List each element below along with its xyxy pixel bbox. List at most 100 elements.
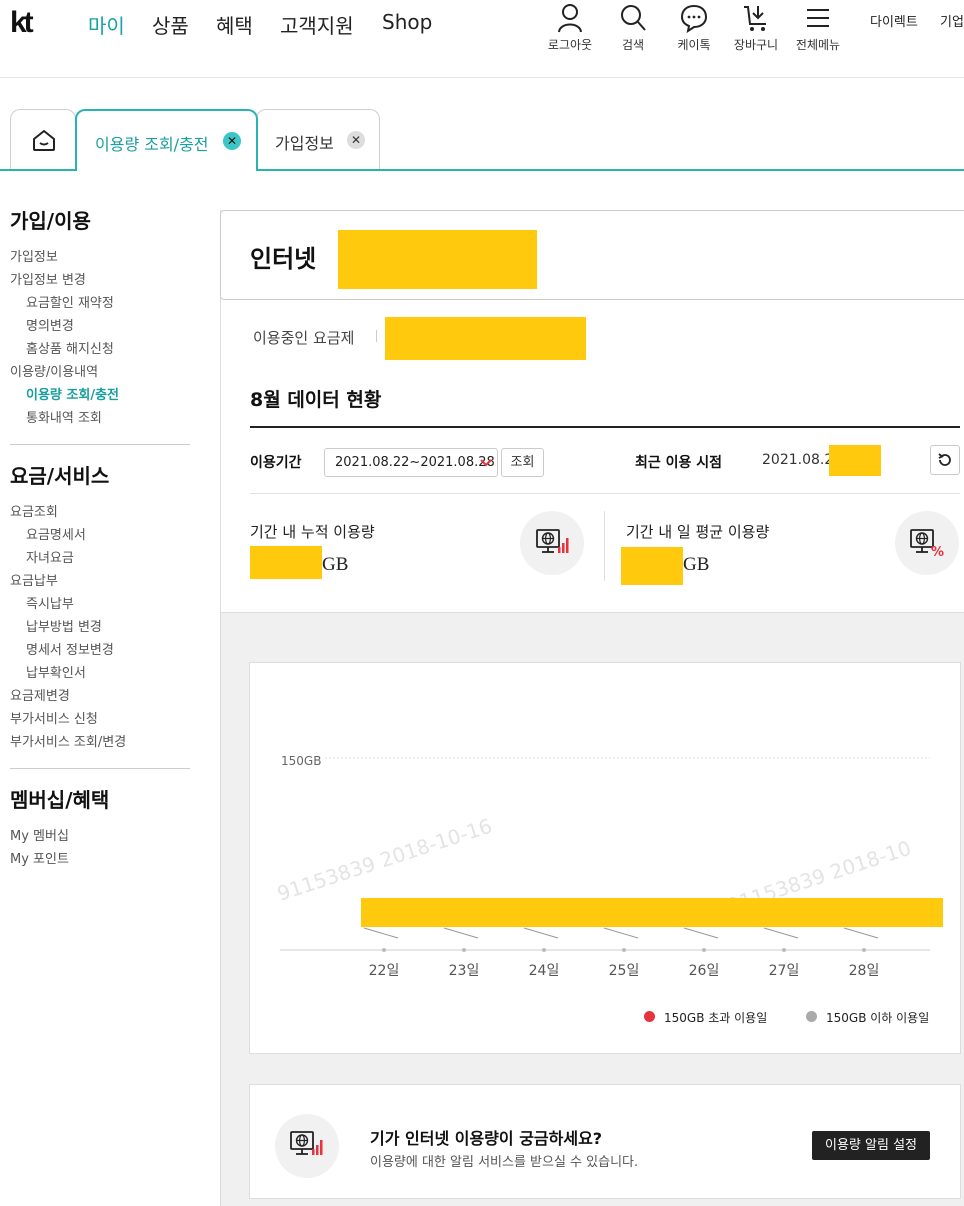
nav-shop[interactable]: Shop: [382, 10, 432, 34]
sidebar-item[interactable]: 가입정보 변경: [10, 269, 86, 288]
plan-label: 이용중인 요금제: [253, 329, 355, 347]
plan-divider: [376, 330, 377, 342]
recent-label: 최근 이용 시점: [635, 455, 723, 471]
legend-over: 150GB 초과 이용일: [664, 1011, 768, 1025]
ktalk-button[interactable]: 케이톡: [662, 2, 726, 53]
sidebar-item[interactable]: My 포인트: [10, 848, 69, 867]
x-tick-label: 27일: [769, 963, 800, 979]
menu-icon: [807, 9, 829, 27]
cumulative-unit: GB: [322, 554, 349, 575]
sidebar-item[interactable]: 요금할인 재약정: [26, 292, 114, 311]
average-label: 기간 내 일 평균 이용량: [626, 523, 770, 541]
x-tick-connector: [603, 927, 639, 939]
sidebar-item[interactable]: 요금조회: [10, 501, 58, 520]
usage-alert-button[interactable]: 이용량 알림 설정: [812, 1131, 930, 1160]
sidebar-item[interactable]: 납부방법 변경: [26, 616, 102, 635]
logout-button[interactable]: 로그아웃: [538, 2, 602, 53]
logout-label: 로그아웃: [547, 38, 593, 52]
sidebar-item[interactable]: 명의변경: [26, 315, 74, 334]
home-tab[interactable]: [10, 109, 76, 170]
period-rule: [250, 493, 960, 494]
sidebar-item-active[interactable]: 이용량 조회/충전: [26, 384, 119, 403]
sidebar-item[interactable]: 통화내역 조회: [26, 407, 102, 426]
redacted-chart-data: [361, 898, 943, 927]
tab-usage[interactable]: 이용량 조회/충전 ✕: [75, 109, 258, 171]
business-link[interactable]: 기업: [940, 11, 964, 30]
nav-my[interactable]: 마이: [88, 10, 125, 39]
sidebar-item[interactable]: 이용량/이용내역: [10, 361, 98, 380]
redacted-product-name: [338, 230, 537, 289]
sidebar-item[interactable]: 자녀요금: [26, 547, 74, 566]
usage-chart-svg: 91153839 2018-10-16 91153839 2018-10 150…: [274, 754, 930, 979]
x-tick-dot: [462, 948, 466, 952]
sidebar-item[interactable]: 즉시납부: [26, 593, 74, 612]
x-tick-label: 24일: [529, 963, 560, 979]
direct-link[interactable]: 다이렉트: [870, 11, 918, 30]
ktalk-label: 케이톡: [677, 38, 711, 52]
nav-support[interactable]: 고객지원: [280, 10, 354, 39]
legend-gray-dot: [806, 1011, 817, 1022]
search-button[interactable]: 검색: [601, 2, 665, 53]
sidebar-item[interactable]: 홈상품 해지신청: [26, 338, 114, 357]
person-icon: [558, 4, 582, 33]
globe-percent-icon: %: [910, 529, 944, 560]
home-icon: [33, 130, 55, 151]
query-button[interactable]: 조회: [501, 448, 544, 477]
period-label: 이용기간: [250, 455, 302, 471]
sidebar-item[interactable]: My 멤버십: [10, 825, 69, 844]
x-tick-label: 22일: [369, 963, 400, 979]
redacted-plan-name: [385, 317, 586, 360]
search-label: 검색: [621, 38, 645, 52]
x-tick-connector: [523, 927, 559, 939]
cumulative-usage-icon: [520, 511, 584, 575]
sidebar-item[interactable]: 요금제변경: [10, 685, 70, 704]
refresh-button[interactable]: [930, 445, 960, 475]
section-title-rule: [250, 426, 960, 428]
average-usage-icon: %: [895, 511, 959, 575]
x-tick-dot: [782, 948, 786, 952]
x-tick-dot: [622, 948, 626, 952]
usage-chart: 91153839 2018-10-16 91153839 2018-10 150…: [249, 662, 961, 1054]
sidebar-item[interactable]: 가입정보: [10, 246, 58, 265]
notice-box: 기가 인터넷 이용량이 궁금하세요? 이용량에 대한 알림 서비스를 받으실 수…: [249, 1084, 961, 1199]
section-title: 8월 데이터 현황: [250, 389, 382, 411]
cart-icon: [744, 6, 766, 31]
redacted-average-value: [621, 547, 683, 585]
tab-subscription-close-icon[interactable]: ✕: [347, 131, 365, 149]
all-menu-button[interactable]: 전체메뉴: [786, 2, 850, 53]
period-select[interactable]: 2021.08.22~2021.08.28: [324, 448, 498, 477]
x-tick-connector: [683, 927, 719, 939]
refresh-icon: [938, 453, 951, 466]
nav-benefits[interactable]: 혜택: [216, 10, 253, 39]
tab-subscription[interactable]: 가입정보 ✕: [256, 109, 380, 170]
notice-desc: 이용량에 대한 알림 서비스를 받으실 수 있습니다.: [370, 1155, 639, 1170]
sidebar-item[interactable]: 납부확인서: [26, 662, 86, 681]
chevron-down-icon: [480, 459, 492, 467]
sidebar-item[interactable]: 부가서비스 신청: [10, 708, 98, 727]
legend-red-dot: [644, 1011, 655, 1022]
kt-logo[interactable]: kt: [10, 6, 34, 40]
nav-products[interactable]: 상품: [152, 10, 189, 39]
product-card: 인터넷: [220, 210, 964, 300]
x-tick-dot: [542, 948, 546, 952]
x-tick-connector: [363, 927, 399, 939]
sidebar-item[interactable]: 부가서비스 조회/변경: [10, 731, 126, 750]
x-tick-dot: [702, 948, 706, 952]
chat-icon: [680, 4, 708, 34]
sidebar-section-title: 가입/이용: [10, 209, 91, 233]
x-tick-label: 28일: [849, 963, 880, 979]
cumulative-label: 기간 내 누적 이용량: [250, 523, 375, 541]
x-tick-connector: [843, 927, 879, 939]
sidebar-item[interactable]: 명세서 정보변경: [26, 639, 114, 658]
tab-usage-close-icon[interactable]: ✕: [223, 132, 241, 150]
sidebar-item[interactable]: 요금납부: [10, 570, 58, 589]
tab-usage-label: 이용량 조회/충전: [95, 135, 209, 154]
all-menu-label: 전체메뉴: [795, 38, 841, 52]
sidebar-item[interactable]: 요금명세서: [26, 524, 86, 543]
global-header: kt 마이 상품 혜택 고객지원 Shop 로그아웃 검색 케이톡 장바구니 전…: [0, 0, 964, 78]
cart-button[interactable]: 장바구니: [724, 2, 788, 53]
x-tick-dot: [382, 948, 386, 952]
sidebar-section-title: 멤버십/혜택: [10, 788, 110, 812]
cart-label: 장바구니: [733, 38, 779, 52]
sidebar-divider: [10, 444, 190, 445]
